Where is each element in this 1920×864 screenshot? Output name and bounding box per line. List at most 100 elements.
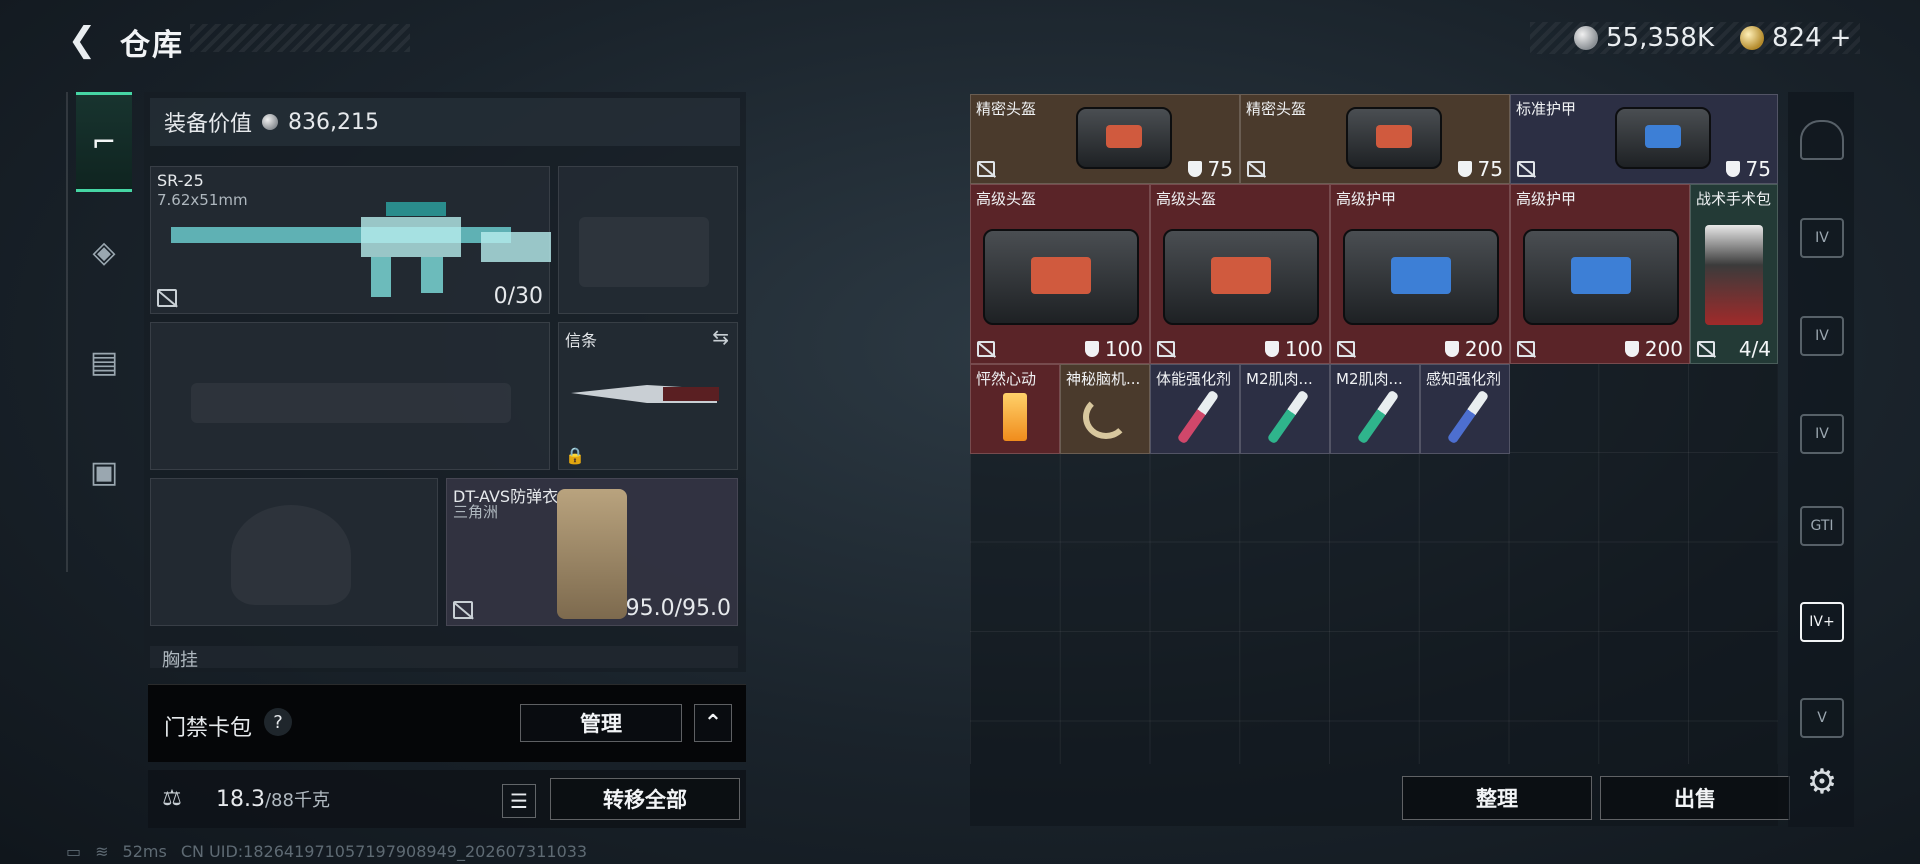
shield-icon <box>1444 341 1459 357</box>
tertiary-weapon-slot[interactable] <box>150 322 550 470</box>
equipment-bag-icon <box>1346 107 1442 169</box>
chest-rig-label: 胸挂 <box>162 650 198 668</box>
no-insurance-icon <box>977 161 995 177</box>
manage-button[interactable]: 管理 <box>520 704 682 742</box>
syringe-icon <box>1356 389 1400 445</box>
stash-item[interactable]: 战术手术包 4/4 <box>1690 184 1778 364</box>
stash-item[interactable]: 高级护甲 200 <box>1330 184 1510 364</box>
gold-amount: 824 <box>1772 23 1822 53</box>
stash-item[interactable]: M2肌肉... <box>1330 364 1420 454</box>
equipment-bag-icon <box>983 229 1139 325</box>
tab-case[interactable]: ▣ <box>76 422 132 522</box>
chest-rig-slot[interactable]: 胸挂 <box>150 646 738 668</box>
tab-weapons[interactable]: ⌐ <box>76 92 132 192</box>
stash-item[interactable]: 高级头盔 100 <box>1150 184 1330 364</box>
item-value-text: 100 <box>1284 337 1323 361</box>
item-name: M2肌肉... <box>1336 370 1403 388</box>
item-value: 75 <box>1187 157 1233 181</box>
stash-item[interactable]: 怦然心动 <box>970 364 1060 454</box>
stash-item[interactable]: 精密头盔 75 <box>1240 94 1510 184</box>
stash-item[interactable]: 标准护甲 75 <box>1510 94 1778 184</box>
stash-tab-icon[interactable] <box>1800 120 1844 160</box>
battery-icon: ▭ <box>66 842 82 861</box>
backpack-icon: ▤ <box>89 344 119 380</box>
stash-item[interactable]: 精密头盔 75 <box>970 94 1240 184</box>
silver-currency: 55,358K <box>1574 20 1714 56</box>
back-button[interactable]: ❮ <box>62 20 102 60</box>
syringe-icon <box>1176 389 1220 445</box>
item-name: 高级护甲 <box>1516 190 1577 208</box>
briefcase-icon: ▣ <box>89 454 119 490</box>
tab-helmet[interactable]: ◈ <box>76 202 132 302</box>
syringe-icon <box>1266 389 1310 445</box>
shield-icon <box>1084 341 1099 357</box>
item-value: 75 <box>1725 157 1771 181</box>
rifle-silhouette-icon <box>191 383 511 423</box>
sort-button[interactable]: 整理 <box>1402 776 1592 820</box>
item-value-text: 4/4 <box>1738 337 1771 361</box>
equipment-bag-icon <box>1343 229 1499 325</box>
item-value-text: 100 <box>1104 337 1143 361</box>
gold-coin-icon <box>1740 26 1764 50</box>
add-container-icon[interactable]: IV+ <box>1800 602 1844 642</box>
item-name: 高级头盔 <box>976 190 1037 208</box>
silver-amount: 55,358K <box>1606 23 1715 53</box>
container-tab-icon[interactable]: GTI <box>1800 506 1844 546</box>
container-tab-icon[interactable]: IV <box>1800 218 1844 258</box>
knife-icon <box>571 385 719 403</box>
container-tab-icon[interactable]: V <box>1800 698 1844 738</box>
swap-icon[interactable]: ⇆ <box>712 325 729 349</box>
melee-slot[interactable]: 信条 ⇆ 🔒 <box>558 322 738 470</box>
page-title: 仓库 <box>120 28 184 63</box>
gold-currency[interactable]: 824 + <box>1740 20 1851 56</box>
helmet-slot[interactable] <box>150 478 438 626</box>
equipment-bag-icon <box>1615 107 1711 169</box>
no-insurance-icon <box>1697 341 1715 357</box>
add-currency-icon[interactable]: + <box>1830 23 1852 53</box>
primary-weapon-slot[interactable]: SR-25 7.62x51mm 0/30 <box>150 166 551 314</box>
chevron-up-icon[interactable]: ⌃ <box>694 704 732 742</box>
weight-current: 18.3 <box>216 787 265 812</box>
stash-item[interactable]: 高级护甲 200 <box>1510 184 1690 364</box>
help-icon[interactable]: ? <box>264 708 292 736</box>
settings-gear-icon[interactable]: ⚙ <box>1802 762 1842 802</box>
chevron-left-icon: ❮ <box>67 20 97 60</box>
container-tab-icon[interactable]: IV <box>1800 316 1844 356</box>
item-name: 高级头盔 <box>1156 190 1217 208</box>
shield-icon <box>1725 161 1740 177</box>
wifi-icon: ≋ <box>95 842 109 861</box>
item-name: 怦然心动 <box>976 370 1037 388</box>
item-name: M2肌肉... <box>1246 370 1313 388</box>
helmet-silhouette-icon <box>231 505 351 605</box>
tab-backpack[interactable]: ▤ <box>76 312 132 412</box>
stash-item[interactable]: 感知强化剂 <box>1420 364 1510 454</box>
item-name: 战术手术包 <box>1696 190 1772 208</box>
stash-item[interactable]: 体能强化剂 <box>1150 364 1240 454</box>
sell-button[interactable]: 出售 <box>1600 776 1790 820</box>
list-icon[interactable]: ☰ <box>502 784 536 818</box>
item-value-text: 200 <box>1644 337 1683 361</box>
stash-item[interactable]: 神秘脑机... <box>1060 364 1150 454</box>
pistol-icon: ⌐ <box>91 124 117 160</box>
drink-icon <box>1003 393 1027 441</box>
helmet-icon: ◈ <box>92 234 116 270</box>
transfer-all-button[interactable]: 转移全部 <box>550 778 740 820</box>
shield-icon <box>1457 161 1472 177</box>
stash-item[interactable]: 高级头盔 100 <box>970 184 1150 364</box>
equipment-bag-icon <box>1163 229 1319 325</box>
item-name: 感知强化剂 <box>1426 370 1502 388</box>
rifle-icon <box>171 202 551 297</box>
horn-icon <box>1083 395 1129 439</box>
armor-slot[interactable]: DT-AVS防弹衣 三角洲 95.0/95.0 <box>446 478 738 626</box>
container-tab-icon[interactable]: IV <box>1800 414 1844 454</box>
item-value: 200 <box>1624 337 1683 361</box>
item-value: 200 <box>1444 337 1503 361</box>
stash-item[interactable]: M2肌肉... <box>1240 364 1330 454</box>
item-value-text: 75 <box>1207 157 1233 181</box>
pistol-silhouette-icon <box>579 217 709 287</box>
title-decoration <box>190 24 410 52</box>
item-name: 体能强化剂 <box>1156 370 1232 388</box>
equipment-bag-icon <box>1523 229 1679 325</box>
secondary-weapon-slot[interactable] <box>558 166 738 314</box>
shield-icon <box>1264 341 1279 357</box>
